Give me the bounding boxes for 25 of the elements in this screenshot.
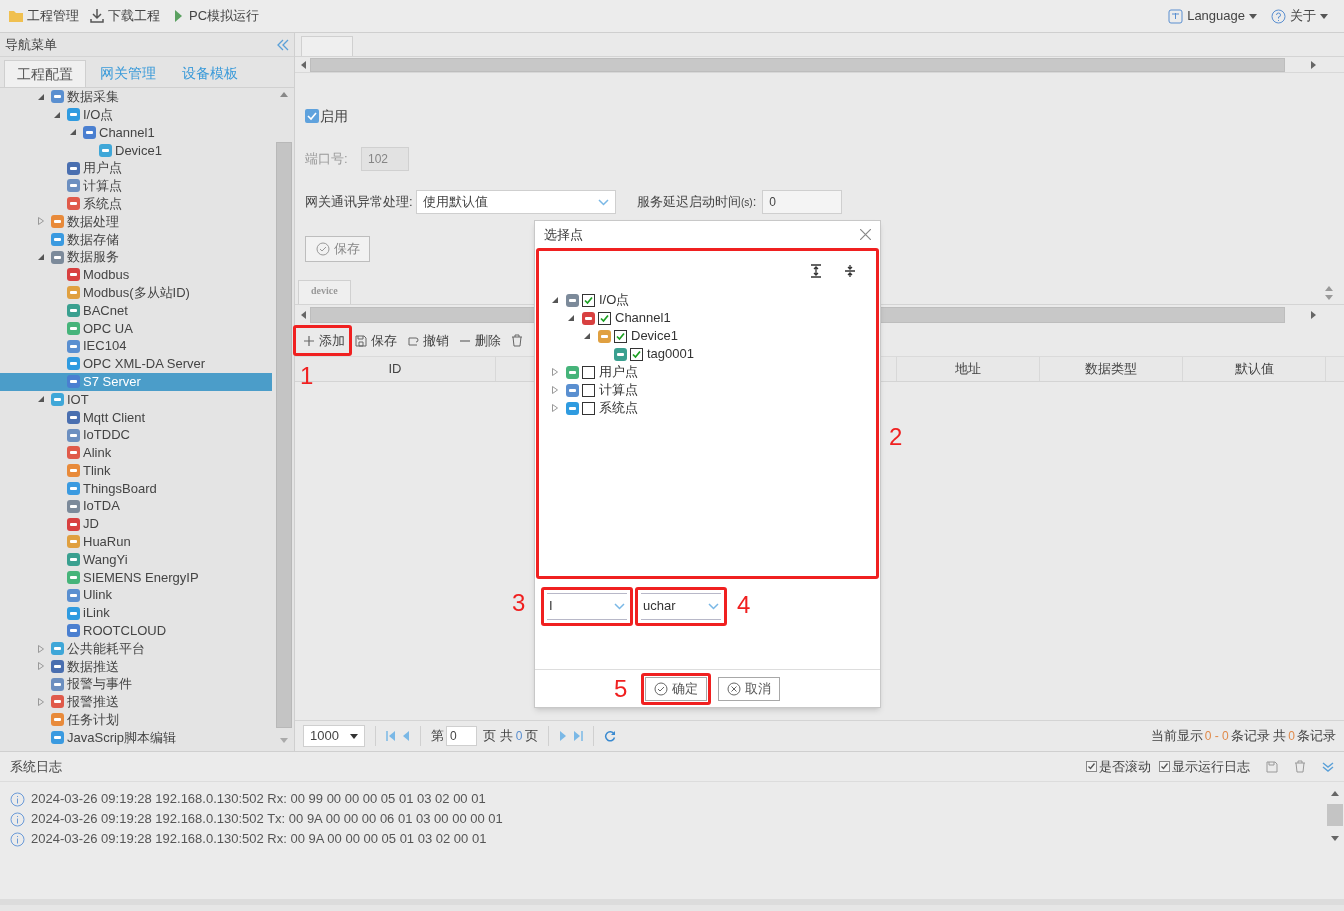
panel-title: 导航菜单 [5,35,57,54]
annotation-number: 1 [300,361,314,391]
column-header: 数据类型 [1040,357,1183,381]
pager-text: 页 [525,727,539,746]
field-label: 端口号: [305,150,349,169]
column-header: 地址 [897,357,1040,381]
field-label: 网关通讯异常处理: [305,193,414,212]
log-line: 2024-03-26 09:19:28 192.168.0.130:502 Rx: 00 99 00 00 00 05 01 03 02 00 01 [31,790,486,809]
checkbox-label: 启用 [320,106,348,126]
record-summary: 当前显示0 - 0条记录 共0条记录 [1150,727,1336,746]
annotation-number: 5 [614,674,628,704]
checkbox-label: 是否滚动 [1099,757,1151,776]
annotation-number: 3 [512,588,526,618]
log-line: 2024-03-26 09:19:28 192.168.0.130:502 Tx: 00 9A 00 00 00 06 01 03 00 00 00 01 [31,810,503,829]
page-count: 0 [515,728,523,745]
pager-text: 页 共 [483,727,513,746]
checkbox-label: 显示运行日志 [1172,757,1250,776]
annotation-number: 4 [737,590,751,620]
panel-title: 系统日志 [10,757,62,776]
field-label: 服务延迟启动时间(s): [637,193,757,212]
log-line: 2024-03-26 09:19:28 192.168.0.130:502 Rx: 00 9A 00 00 00 05 01 03 02 00 01 [31,830,487,849]
column-header: 默认值 [1183,357,1326,381]
annotation-number: 2 [889,422,903,452]
pager-text: 第 [431,727,444,746]
dialog-title: 选择点 [544,225,583,244]
